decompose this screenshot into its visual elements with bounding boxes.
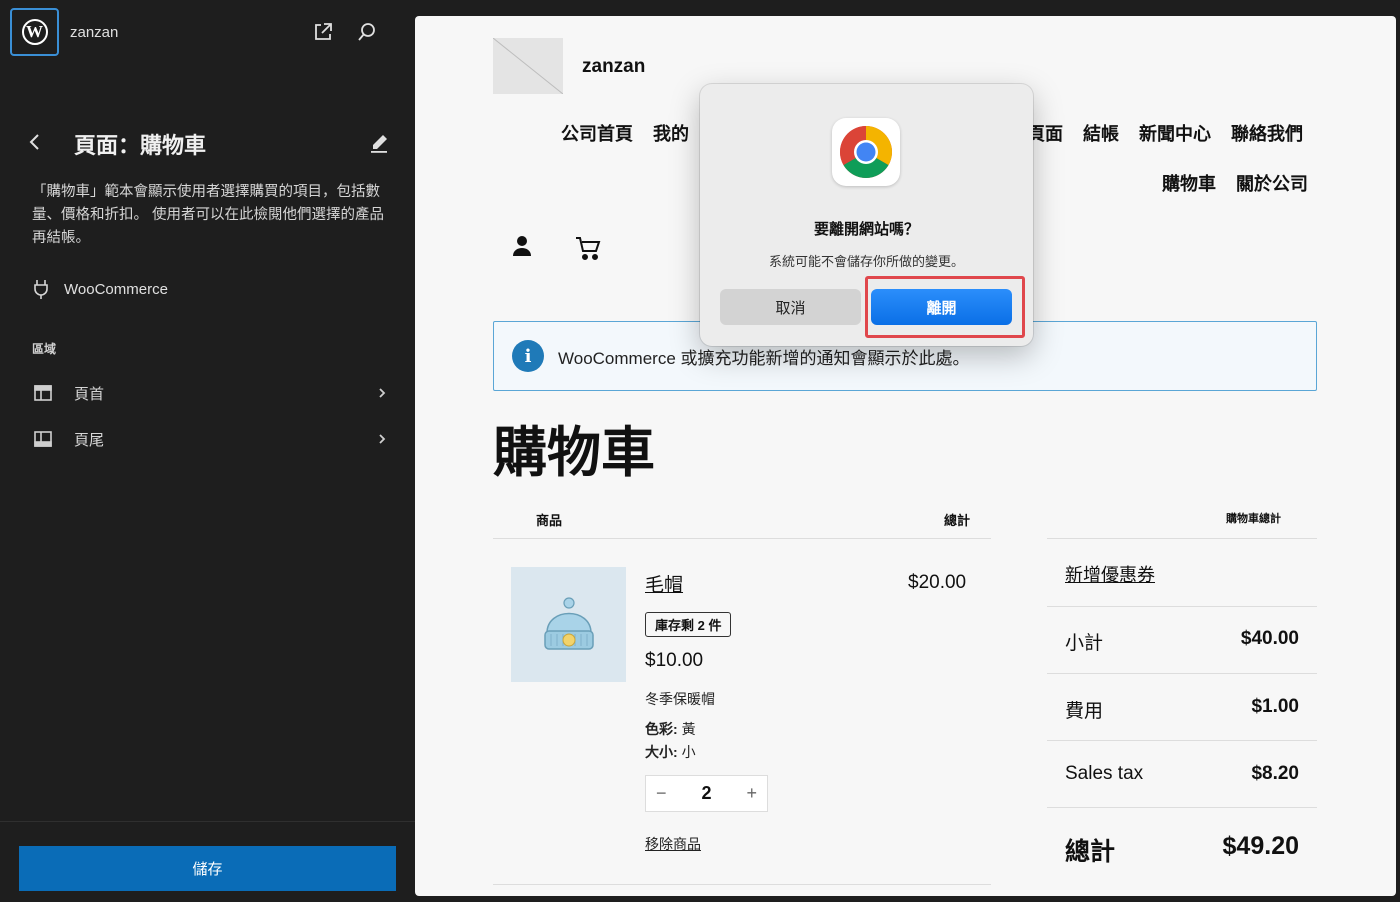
site-name: zanzan (70, 24, 119, 41)
nav-item[interactable]: 公司首頁 (561, 120, 633, 146)
nav-item[interactable]: 聯絡我們 (1231, 120, 1303, 146)
plus-icon[interactable]: + (746, 783, 757, 804)
plugin-name: WooCommerce (64, 280, 168, 298)
variation-label: 色彩: (645, 721, 678, 737)
nav-item[interactable]: 關於公司 (1236, 170, 1308, 196)
info-icon: i (512, 340, 544, 372)
template-description: 「購物車」範本會顯示使用者選擇購買的項目，包括數量、價格和折扣。 使用者可以在此… (32, 184, 385, 246)
total-value: $49.20 (1222, 832, 1299, 860)
minus-icon[interactable]: − (656, 783, 667, 804)
chevron-right-icon (379, 434, 386, 444)
column-header-product: 商品 (536, 513, 563, 528)
area-item-footer[interactable]: 頁尾 (32, 421, 388, 457)
annotation-highlight (865, 276, 1025, 338)
fee-label: 費用 (1065, 701, 1104, 722)
unit-price: $10.00 (645, 650, 704, 671)
area-item-header[interactable]: 頁首 (32, 375, 388, 411)
area-item-label: 頁首 (74, 385, 105, 403)
chevron-left-icon[interactable] (26, 131, 44, 153)
divider (1047, 673, 1317, 674)
divider (0, 821, 415, 822)
cancel-button[interactable]: 取消 (720, 289, 861, 325)
grand-total-row: 總計 $49.20 (1047, 832, 1317, 868)
editor-sidebar: W zanzan 頁面：購物車 「購物車」範本會顯示使用者選擇購買的項目，包括數… (0, 0, 415, 902)
subtotal-row: 小計 $40.00 (1047, 628, 1317, 655)
quantity-value[interactable]: 2 (701, 783, 711, 804)
column-header-total: 總計 (944, 513, 971, 528)
nav-menu: 購物車 關於公司 (1162, 170, 1308, 196)
variation-size: 大小: 小 (645, 742, 696, 762)
pencil-icon[interactable] (368, 132, 390, 154)
chrome-app-icon (832, 118, 900, 186)
tax-value: $8.20 (1251, 763, 1299, 784)
notice-text: WooCommerce 或擴充功能新增的通知會顯示於此處。 (558, 348, 970, 368)
divider (1047, 740, 1317, 741)
divider (1047, 538, 1317, 539)
dialog-title: 要離開網站嗎？ (813, 221, 919, 238)
fee-value: $1.00 (1251, 696, 1299, 717)
tax-row: Sales tax $8.20 (1047, 763, 1317, 785)
save-button[interactable]: 儲存 (19, 846, 396, 891)
column-header-cart-totals: 購物車總計 (1226, 513, 1281, 525)
subtotal-label: 小計 (1065, 633, 1104, 654)
site-title[interactable]: zanzan (582, 56, 645, 78)
remove-item-link[interactable]: 移除商品 (645, 834, 701, 854)
variation-value: 黃 (681, 721, 696, 737)
wordpress-icon: W (21, 19, 48, 45)
tax-label: Sales tax (1065, 763, 1144, 784)
chevron-right-icon (379, 388, 386, 398)
divider (1047, 606, 1317, 607)
product-description: 冬季保暖帽 (645, 691, 715, 707)
page-title: 頁面：購物車 (74, 133, 207, 158)
site-logo-placeholder[interactable] (493, 38, 563, 94)
fee-row: 費用 $1.00 (1047, 696, 1317, 723)
search-icon[interactable] (356, 21, 378, 43)
variation-value: 小 (681, 744, 696, 760)
footer-layout-icon (34, 431, 52, 447)
nav-menu: 公司首頁 我的 (561, 120, 689, 146)
area-item-label: 頁尾 (74, 431, 105, 449)
wordpress-logo-button[interactable]: W (10, 8, 59, 56)
dialog-message: 系統可能不會儲存你所做的變更。 (768, 254, 964, 269)
areas-heading: 區域 (32, 342, 57, 356)
nav-item[interactable]: 結帳 (1083, 120, 1119, 146)
quantity-stepper: − 2 + (645, 775, 768, 812)
stock-badge: 庫存剩 2 件 (645, 612, 732, 637)
cart-heading: 購物車 (493, 423, 655, 483)
beanie-icon (543, 596, 594, 650)
plugin-icon (34, 280, 48, 299)
external-link-icon[interactable] (312, 21, 334, 43)
variation-color: 色彩: 黃 (645, 719, 696, 739)
header-layout-icon (34, 385, 52, 401)
nav-item[interactable]: 新聞中心 (1139, 120, 1211, 146)
divider (1047, 807, 1317, 808)
divider (493, 538, 991, 539)
product-name-link[interactable]: 毛帽 (645, 570, 683, 597)
user-icon[interactable] (510, 234, 534, 258)
product-image[interactable] (511, 567, 626, 682)
nav-item[interactable]: 購物車 (1162, 170, 1216, 196)
add-coupon-link[interactable]: 新增優惠券 (1065, 561, 1155, 587)
line-total: $20.00 (908, 572, 967, 593)
nav-menu: 頁面 結帳 新聞中心 聯絡我們 (1027, 120, 1303, 146)
variation-label: 大小: (645, 744, 678, 760)
cart-icon[interactable] (574, 234, 602, 262)
plugin-source: WooCommerce (32, 278, 168, 300)
nav-item[interactable]: 我的 (653, 120, 689, 146)
subtotal-value: $40.00 (1240, 628, 1299, 649)
chrome-icon (840, 126, 892, 178)
total-label: 總計 (1065, 838, 1116, 866)
divider (493, 884, 991, 885)
